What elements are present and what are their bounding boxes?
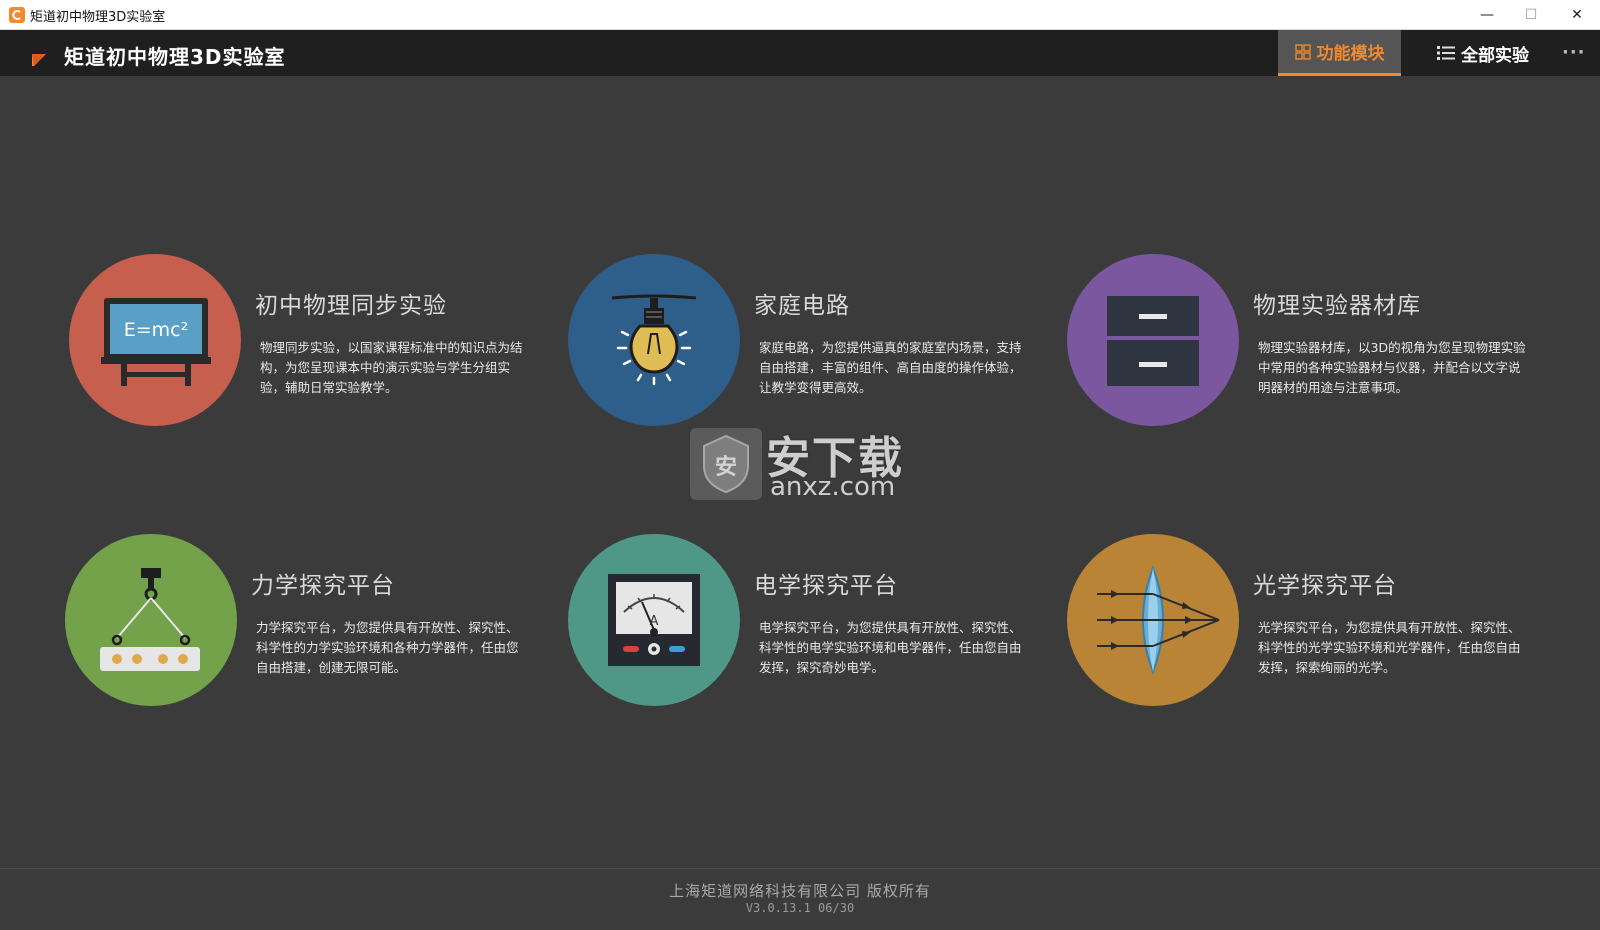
window-title: 矩道初中物理3D实验室 (30, 10, 166, 25)
ammeter-icon: A (608, 574, 700, 666)
crane-hook-icon (100, 568, 200, 671)
light-bulb-icon (611, 294, 697, 386)
logo-icon (30, 43, 46, 66)
footer-copyright: 上海矩道网络科技有限公司 版权所有 (669, 882, 931, 900)
tab-all-label: 全部实验 (1461, 45, 1529, 66)
watermark-url: anxz.com (770, 472, 896, 502)
module-title: 力学探究平台 (251, 573, 395, 599)
close-button[interactable]: ✕ (1554, 0, 1600, 30)
module-card-optics-platform[interactable]: 光学探究平台 光学探究平台，为您提供具有开放性、探究性、科学性的光学实验环境和光… (1067, 534, 1547, 714)
module-card-equipment-library[interactable]: 物理实验器材库 物理实验器材库，以3D的视角为您呈现物理实验中常用的各种实验器材… (1067, 254, 1547, 434)
watermark-shield-char: 安 (715, 454, 737, 480)
module-description: 力学探究平台，为您提供具有开放性、探究性、科学性的力学实验环境和各种力学器件，任… (256, 620, 519, 675)
module-title: 电学探究平台 (754, 573, 898, 599)
module-icon-circle (65, 534, 237, 706)
module-title: 初中物理同步实验 (255, 293, 447, 319)
module-icon-circle: A (568, 534, 740, 706)
app-title: 矩道初中物理3D实验室 (64, 45, 286, 69)
footer-divider (0, 868, 1600, 869)
maximize-button[interactable]: ☐ (1508, 0, 1554, 30)
meter-text: A (650, 614, 659, 629)
minimize-button[interactable]: — (1464, 0, 1510, 30)
cabinet-icon (1107, 296, 1199, 386)
module-title: 物理实验器材库 (1253, 293, 1421, 319)
module-title: 家庭电路 (754, 293, 850, 319)
module-icon-circle (1067, 534, 1239, 706)
blackboard-icon: E=mc² (101, 298, 211, 386)
module-title: 光学探究平台 (1253, 573, 1397, 599)
footer-version: V3.0.13.1 06/30 (745, 901, 855, 915)
watermark: 安 安下载 anxz.com (690, 420, 916, 504)
module-card-household-circuit[interactable]: 家庭电路 家庭电路，为您提供逼真的家庭室内场景，支持自由搭建，丰富的组件、高自由… (568, 254, 1048, 434)
module-card-sync-experiments[interactable]: E=mc² 初中物理同步实验 物理同步实验，以国家课程标准中的知识点为结构，为您… (69, 254, 549, 434)
board-text: E=mc² (124, 319, 189, 341)
app-icon (9, 7, 25, 23)
tab-modules[interactable]: 功能模块 (1278, 30, 1401, 76)
module-card-mechanics-platform[interactable]: 力学探究平台 力学探究平台，为您提供具有开放性、探究性、科学性的力学实验环境和各… (65, 534, 545, 714)
module-icon-circle (1067, 254, 1239, 426)
lens-icon (1097, 565, 1220, 675)
module-icon-circle (568, 254, 740, 426)
window-titlebar: 矩道初中物理3D实验室 — ☐ ✕ (0, 0, 1600, 30)
app-header: 矩道初中物理3D实验室 功能模块 全部实验 ··· (0, 30, 1600, 76)
module-icon-circle: E=mc² (69, 254, 241, 426)
list-icon (1437, 46, 1455, 60)
module-description: 光学探究平台，为您提供具有开放性、探究性、科学性的光学实验环境和光学器件，任由您… (1258, 620, 1521, 675)
module-description: 家庭电路，为您提供逼真的家庭室内场景，支持自由搭建，丰富的组件、高自由度的操作体… (759, 340, 1022, 395)
module-description: 电学探究平台，为您提供具有开放性、探究性、科学性的电学实验环境和电学器件，任由您… (759, 620, 1022, 675)
module-description: 物理同步实验，以国家课程标准中的知识点为结构，为您呈现课本中的演示实验与学生分组… (260, 340, 523, 395)
grid-icon (1294, 43, 1311, 60)
module-card-electricity-platform[interactable]: A 电学探究平台 电学探究平台，为您提供具有开放性、探究性、科学性的电学实验环境… (568, 534, 1048, 714)
more-options-button[interactable]: ··· (1562, 42, 1586, 63)
module-description: 物理实验器材库，以3D的视角为您呈现物理实验中常用的各种实验器材与仪器，并配合以… (1258, 340, 1526, 395)
tab-modules-label: 功能模块 (1316, 44, 1385, 64)
shield-icon: 安 (690, 428, 762, 500)
tab-all-experiments[interactable]: 全部实验 (1428, 30, 1538, 76)
